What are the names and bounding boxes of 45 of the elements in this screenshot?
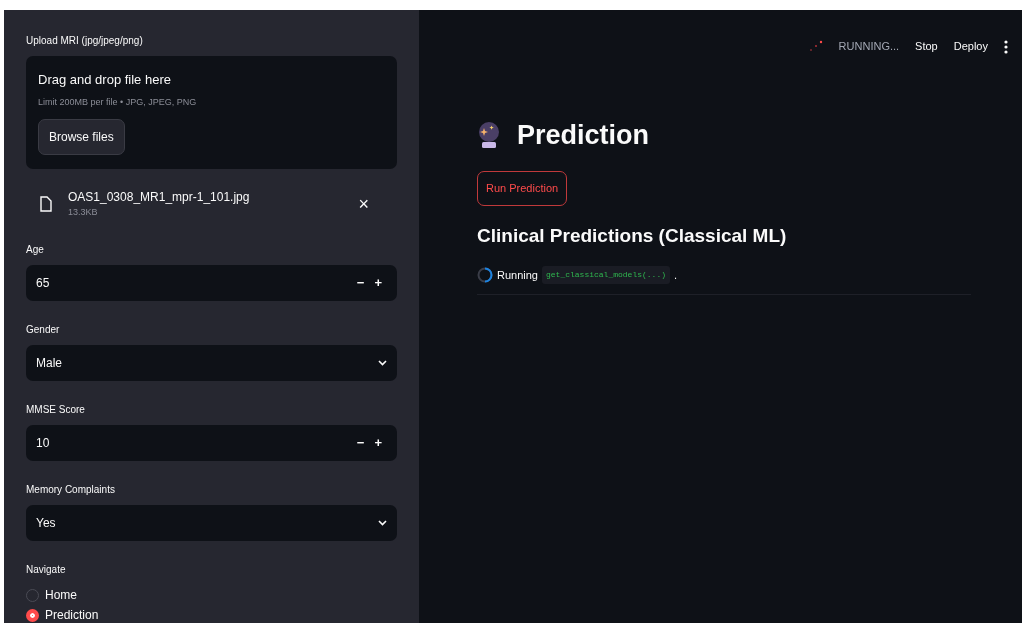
radio-label: Home — [45, 587, 77, 604]
select-value: Male — [36, 355, 63, 372]
radio-button[interactable] — [26, 588, 39, 602]
file-icon — [40, 196, 52, 212]
input-value: 10 — [36, 435, 51, 452]
minus-button[interactable]: − — [351, 433, 370, 453]
radio-button[interactable] — [26, 608, 39, 622]
field-label: Gender — [26, 323, 60, 337]
field-label: Upload MRI (jpg/jpeg/png) — [26, 34, 143, 48]
select-field[interactable]: Male — [26, 345, 397, 381]
field-label: Memory Complaints — [26, 483, 115, 497]
code-snippet: get_classical_models(...) — [542, 266, 670, 284]
status-suffix: . — [674, 267, 678, 283]
crystal-ball-icon — [477, 120, 501, 149]
page-title: Prediction — [517, 118, 650, 152]
number-input[interactable]: 65 − + — [26, 265, 397, 301]
running-label: Running — [497, 267, 538, 283]
input-value: 65 — [36, 275, 51, 292]
field-label: Age — [26, 243, 44, 257]
remove-file-button[interactable]: × — [352, 189, 375, 219]
stop-button[interactable]: Stop — [915, 38, 938, 55]
radio-label: Prediction — [45, 607, 99, 623]
file-size: 13.3KB — [68, 206, 99, 220]
select-value: Yes — [36, 515, 57, 532]
section-heading: Clinical Predictions (Classical ML) — [477, 223, 788, 248]
status-text: RUNNING... — [838, 39, 900, 54]
plus-button[interactable]: + — [369, 273, 387, 293]
chevron-down-icon — [378, 520, 387, 526]
select-field[interactable]: Yes — [26, 505, 397, 541]
run-prediction-button[interactable]: Run Prediction — [477, 171, 568, 206]
drop-zone[interactable]: Drag and drop file here Limit 200MB per file • JPG, JPEG, PNG Browse files — [26, 56, 397, 169]
kebab-menu-icon[interactable] — [1004, 38, 1008, 55]
deploy-button[interactable]: Deploy — [953, 38, 988, 55]
plus-button[interactable]: + — [369, 433, 387, 453]
spinner-icon — [477, 267, 493, 283]
field-label: Navigate — [26, 563, 66, 577]
browse-button[interactable]: Browse files — [38, 119, 125, 155]
minus-button[interactable]: − — [351, 273, 370, 293]
chevron-down-icon — [378, 360, 387, 366]
drop-title: Drag and drop file here — [38, 71, 172, 89]
number-input[interactable]: 10 − + — [26, 425, 397, 461]
running-icon — [808, 40, 823, 53]
drop-hint: Limit 200MB per file • JPG, JPEG, PNG — [38, 95, 198, 109]
file-name: OAS1_0308_MR1_mpr-1_101.jpg — [68, 189, 250, 207]
field-label: MMSE Score — [26, 403, 85, 417]
